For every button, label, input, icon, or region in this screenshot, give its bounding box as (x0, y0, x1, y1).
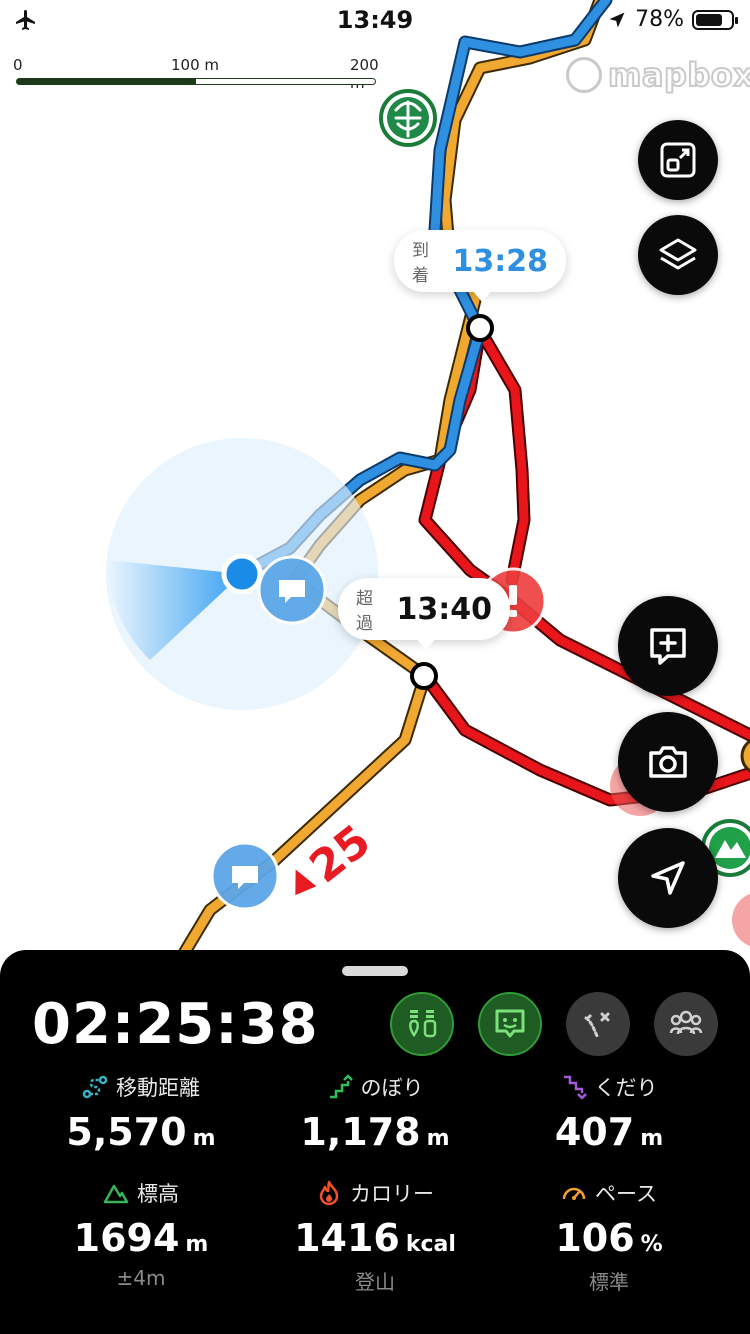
flame-icon (319, 1180, 339, 1206)
stat-ascent-label: のぼり (360, 1076, 424, 1100)
overdue-label: 超過 (356, 589, 373, 634)
battery-level (696, 13, 722, 26)
stat-altitude: 標高 1694 m ±4m (16, 1178, 266, 1290)
stat-pace-level: 標準 (589, 1270, 629, 1294)
memo-marker[interactable] (210, 841, 280, 911)
stat-altitude-unit: m (185, 1232, 209, 1257)
scale-label-100: 100 m (171, 56, 220, 74)
location-button[interactable] (618, 828, 718, 928)
speedometer-icon (562, 1187, 586, 1200)
overdue-time: 13:40 (396, 591, 493, 627)
arrival-label: 到着 (412, 241, 429, 286)
stat-descent: くだり 407 m (484, 1072, 734, 1154)
gps-share-mode-button[interactable] (390, 992, 454, 1056)
stat-calorie-unit: kcal (405, 1232, 456, 1257)
stat-ascent-value: 1,178 (300, 1110, 421, 1154)
status-bar: 13:49 78% (0, 0, 750, 40)
route-off-icon (584, 1012, 610, 1040)
descent-icon (563, 1075, 587, 1100)
stat-ascent-unit: m (426, 1126, 450, 1151)
waypoint-over[interactable] (410, 662, 438, 690)
stat-descent-value: 407 (554, 1110, 635, 1154)
route-off-button[interactable] (566, 992, 630, 1056)
chat-face-icon (495, 1009, 525, 1038)
mapbox-mark-icon (566, 57, 602, 93)
memo-marker[interactable] (257, 555, 327, 625)
stat-pace-unit: % (640, 1232, 663, 1257)
stat-calorie-label: カロリー (350, 1182, 434, 1206)
stat-altitude-value: 1694 (73, 1216, 180, 1260)
overdue-time-bubble[interactable]: 超過 13:40 (338, 578, 510, 650)
mapbox-text: mapbox (607, 55, 750, 95)
stat-distance-value: 5,570 (66, 1110, 187, 1154)
battery-icon (692, 9, 738, 30)
mapbox-logo: mapbox (566, 55, 750, 95)
stat-descent-unit: m (640, 1126, 664, 1151)
stat-calorie-activity: 登山 (355, 1270, 395, 1294)
stat-distance: 移動距離 5,570 m (16, 1072, 266, 1154)
people-location-icon (409, 1010, 437, 1038)
waypoint-arrival[interactable] (466, 314, 494, 342)
battery-percent: 78% (635, 7, 684, 32)
activity-panel[interactable]: 02:25:38 移動距離 5,570 m のぼり 1,178 m くだり 40… (0, 950, 750, 1334)
elapsed-time: 02:25:38 (32, 992, 319, 1057)
stat-calorie: カロリー 1416 kcal 登山 (250, 1178, 500, 1295)
stat-distance-label: 移動距離 (116, 1076, 200, 1100)
stat-ascent: のぼり 1,178 m (250, 1072, 500, 1154)
panel-drag-handle[interactable] (342, 966, 408, 976)
arrival-time: 13:28 (452, 243, 549, 279)
stat-distance-unit: m (192, 1126, 216, 1151)
status-right: 78% (607, 7, 738, 32)
location-services-icon (609, 12, 625, 27)
group-icon (669, 1010, 703, 1035)
arrival-time-bubble[interactable]: 到着 13:28 (394, 230, 566, 302)
scale-label-200: 200 m (350, 56, 379, 92)
chat-mode-button[interactable] (478, 992, 542, 1056)
distance-icon (82, 1075, 108, 1099)
mountain-icon (103, 1184, 129, 1204)
stat-altitude-accuracy: ±4m (116, 1266, 166, 1290)
map-type-button[interactable] (638, 120, 718, 200)
forest-marker[interactable] (379, 89, 437, 147)
camera-button[interactable] (618, 712, 718, 812)
map-type-icon (660, 142, 696, 178)
stat-altitude-label: 標高 (137, 1182, 179, 1206)
stat-pace: ペース 106% 標準 (484, 1178, 734, 1295)
camera-icon (649, 746, 687, 778)
group-button[interactable] (654, 992, 718, 1056)
location-arrow-icon (651, 861, 685, 895)
stat-descent-label: くだり (594, 1076, 658, 1100)
stat-pace-value: 106 (555, 1216, 635, 1260)
current-location-dot (221, 553, 263, 595)
stat-calorie-value: 1416 (294, 1216, 400, 1260)
scale-fill (17, 79, 196, 84)
layers-icon (659, 238, 697, 270)
add-memo-icon (650, 628, 686, 665)
stat-pace-label: ペース (595, 1182, 657, 1206)
ascent-icon (329, 1074, 353, 1099)
scale-line (16, 78, 376, 85)
add-memo-button[interactable] (618, 596, 718, 696)
scale-label-0: 0 (13, 56, 23, 74)
layers-button[interactable] (638, 215, 718, 295)
